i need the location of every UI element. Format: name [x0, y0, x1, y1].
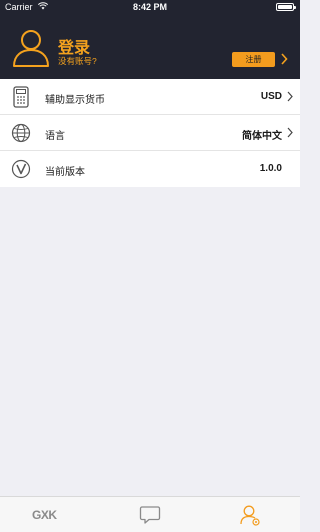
settings-row-currency[interactable]: 辅助显示货币 USD	[0, 79, 300, 115]
version-value: 1.0.0	[259, 163, 282, 174]
account-header: Carrier 8:42 PM 登录 没有账号? 注册	[0, 0, 300, 79]
chevron-right-icon	[287, 91, 293, 102]
settings-row-language[interactable]: 语言 简体中文	[0, 115, 300, 151]
globe-icon	[11, 123, 31, 143]
version-label: 当前版本	[45, 167, 85, 178]
battery-icon	[276, 3, 296, 11]
settings-list: 辅助显示货币 USD 语言 简体中文 当前版本 1.0.0	[0, 79, 300, 187]
currency-value: USD	[260, 91, 282, 102]
version-icon	[11, 159, 31, 179]
avatar-icon[interactable]	[12, 28, 50, 68]
status-time: 8:42 PM	[132, 2, 167, 12]
status-bar: Carrier 8:42 PM	[0, 0, 300, 14]
tab-bar: GXK	[0, 496, 300, 532]
profile-tab-icon[interactable]	[239, 504, 261, 526]
settings-row-version: 当前版本 1.0.0	[0, 151, 300, 187]
language-label: 语言	[45, 131, 65, 142]
register-button[interactable]: 注册	[232, 52, 275, 67]
chevron-right-icon	[287, 127, 293, 138]
chevron-right-icon[interactable]	[280, 53, 288, 65]
calculator-icon	[13, 86, 29, 108]
language-value: 简体中文	[242, 131, 282, 142]
home-tab-logo: GXK	[32, 508, 57, 522]
tab-home[interactable]: GXK	[32, 504, 68, 526]
currency-label: 辅助显示货币	[45, 95, 105, 106]
chat-bubble-icon[interactable]	[139, 504, 161, 526]
no-account-text: 没有账号?	[58, 56, 97, 66]
